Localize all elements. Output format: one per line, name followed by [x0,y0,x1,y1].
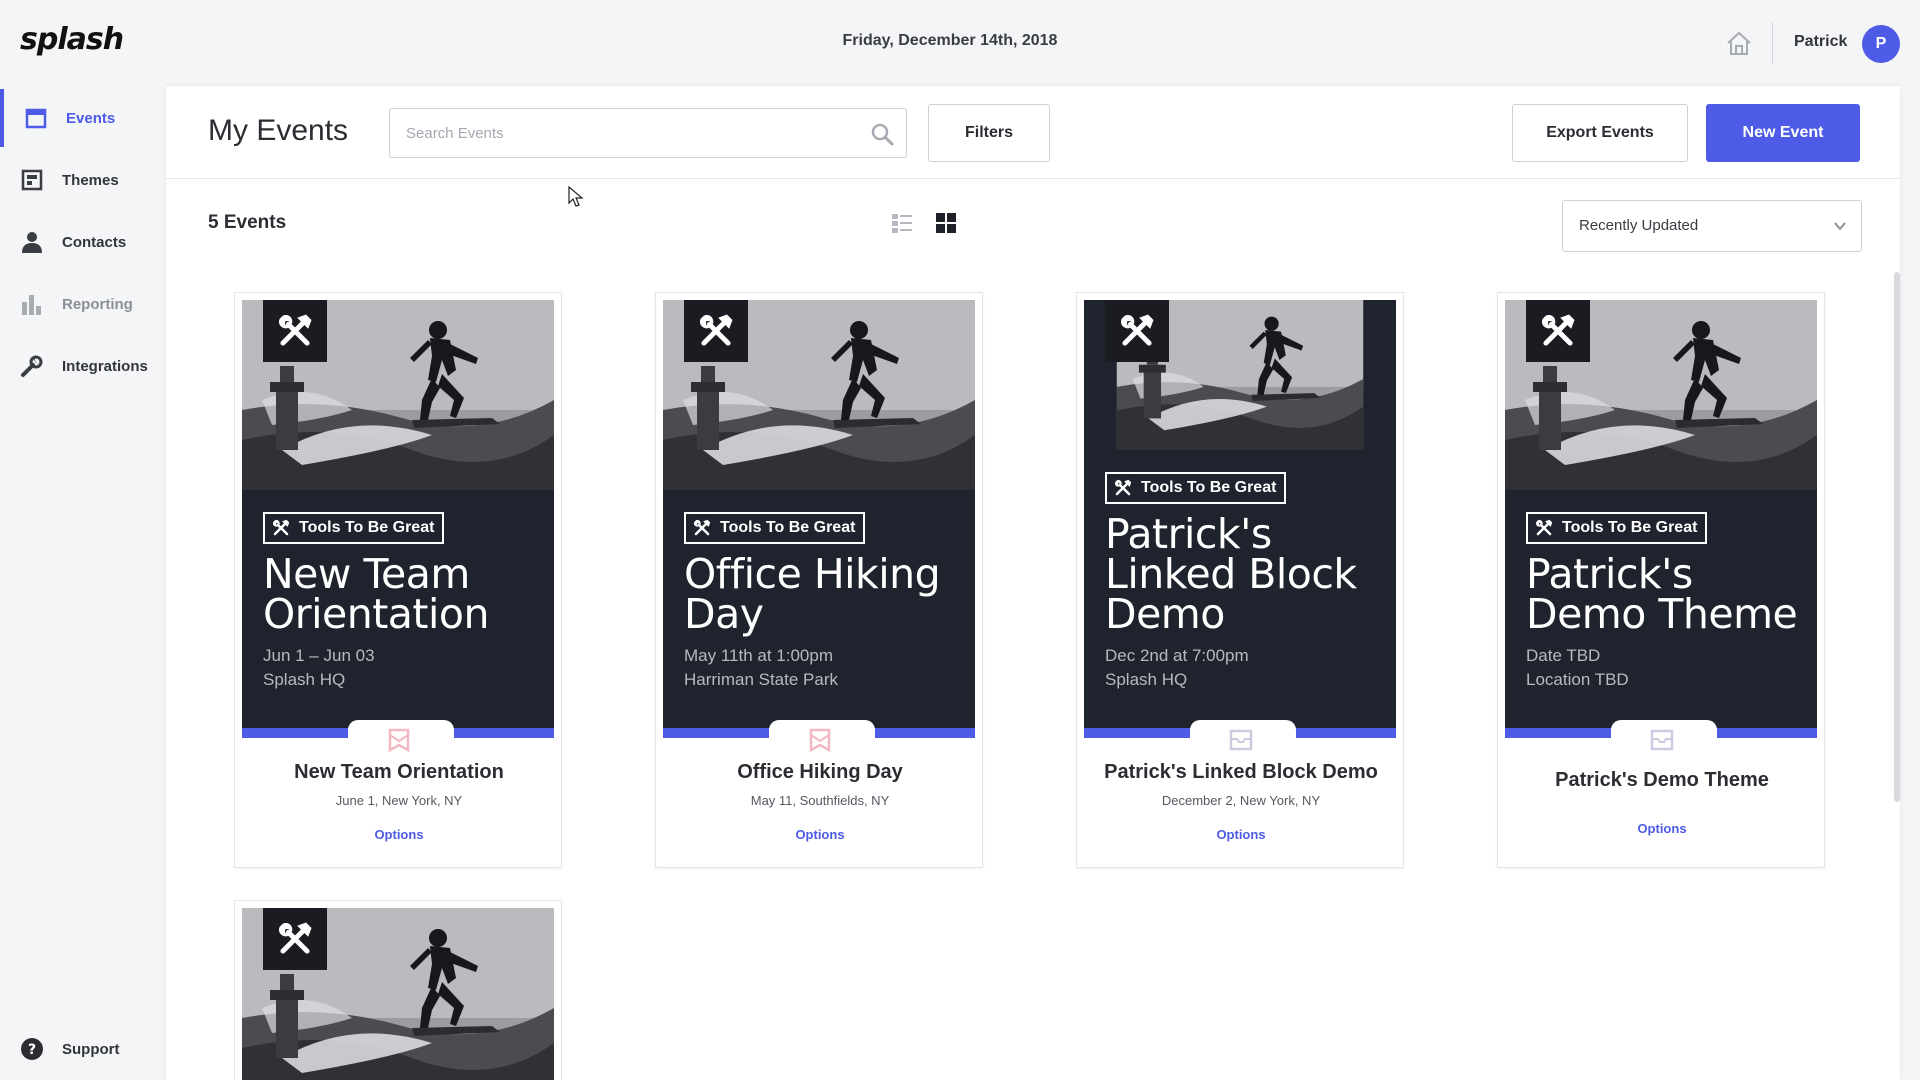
event-card[interactable] [234,900,562,1080]
event-count: 5 Events [208,212,287,233]
theme-icon [19,167,45,193]
poster-location: Location TBD [1526,670,1629,689]
sidebar-item-support[interactable]: ? Support [0,1020,166,1078]
tools-icon [1111,476,1135,500]
search-input[interactable] [390,109,906,157]
event-info: June 1, New York, NY [335,793,463,808]
page-title: My Events [208,114,349,147]
wrench-icon [19,353,45,379]
brand-label: Tools To Be Great [299,519,435,536]
mouse-cursor-icon [568,186,584,207]
event-card[interactable]: Tools To Be Great New Team Orientation J… [234,292,562,868]
event-info: May 11, Southfields, NY [750,793,890,808]
event-info: December 2, New York, NY [1161,793,1321,808]
poster-title: Patrick's Linked Block Demo [1105,510,1357,638]
tools-logo-icon [263,908,327,970]
sidebar-item-label: Reporting [62,295,133,313]
page-header: My Events Filters Export Events New Even… [166,86,1900,179]
tools-icon [690,516,714,540]
poster-date: May 11th at 1:00pm [684,646,833,665]
published-icon [809,728,831,753]
scrollbar[interactable] [1894,272,1900,802]
bar-chart-icon [19,291,45,317]
event-card[interactable]: Tools To Be Great Patrick's Linked Block… [1076,292,1404,868]
sidebar-item-contacts[interactable]: Contacts [0,213,166,271]
tools-icon [269,516,293,540]
event-poster[interactable]: Tools To Be Great Patrick's Linked Block… [1084,300,1396,738]
brand-label: Tools To Be Great [720,519,856,536]
event-name[interactable]: Office Hiking Day [656,761,984,784]
filters-button[interactable]: Filters [928,104,1050,162]
poster-date: Dec 2nd at 7:00pm [1105,646,1249,665]
poster-location: Harriman State Park [684,670,838,689]
search-box[interactable] [389,108,907,158]
draft-icon [1229,729,1253,751]
sidebar-item-label: Events [66,109,116,127]
search-icon[interactable] [870,122,894,146]
sidebar-item-events[interactable]: Events [0,89,166,147]
chevron-down-icon [1834,222,1846,231]
sidebar: Events Themes Contacts Reporting Integra… [0,86,166,1080]
options-link[interactable]: Options [1077,827,1405,842]
event-poster[interactable]: Tools To Be Great New Team Orientation J… [242,300,554,738]
poster-title: Office Hiking Day [684,550,941,638]
calendar-icon [23,105,49,131]
published-icon [388,728,410,753]
brand-label: Tools To Be Great [1562,519,1698,536]
brand-badge: Tools To Be Great [263,512,445,544]
brand-label: Tools To Be Great [1141,479,1277,496]
list-view-icon[interactable] [890,211,914,235]
top-divider [1772,22,1773,64]
poster-title: Patrick's Demo Theme [1526,550,1798,638]
tools-logo-icon [684,300,748,362]
sidebar-item-label: Support [62,1040,120,1058]
brand-badge: Tools To Be Great [1105,472,1287,504]
event-poster[interactable]: Tools To Be Great Office Hiking Day May … [663,300,975,738]
options-link[interactable]: Options [656,827,984,842]
event-poster[interactable]: Tools To Be Great Patrick's Demo Theme D… [1505,300,1817,738]
options-link[interactable]: Options [1498,821,1826,836]
user-name[interactable]: Patrick [1794,33,1847,51]
poster-location: Splash HQ [1105,670,1188,689]
tools-logo-icon [1526,300,1590,362]
tools-logo-icon [263,300,327,362]
tools-icon [1532,516,1556,540]
help-icon: ? [19,1036,45,1062]
person-icon [19,229,45,255]
poster-title: New Team Orientation [263,550,489,638]
current-date: Friday, December 14th, 2018 [842,32,1058,49]
sidebar-item-label: Themes [62,171,119,189]
event-poster[interactable] [242,908,554,1080]
sort-value: Recently Updated [1579,217,1699,234]
event-card[interactable]: Tools To Be Great Patrick's Demo Theme D… [1497,292,1825,868]
brand-badge: Tools To Be Great [684,512,866,544]
sidebar-item-label: Contacts [62,233,127,251]
main-panel: My Events Filters Export Events New Even… [166,86,1900,1080]
poster-location: Splash HQ [263,670,346,689]
new-event-button[interactable]: New Event [1706,104,1860,162]
sidebar-item-reporting[interactable]: Reporting [0,275,166,333]
event-name[interactable]: New Team Orientation [235,761,563,784]
sort-dropdown[interactable]: Recently Updated [1562,200,1862,252]
sidebar-item-themes[interactable]: Themes [0,151,166,209]
options-link[interactable]: Options [235,827,563,842]
poster-date: Date TBD [1526,646,1601,665]
sidebar-item-label: Integrations [62,357,148,375]
sidebar-item-integrations[interactable]: Integrations [0,337,166,395]
poster-date: Jun 1 – Jun 03 [263,646,375,665]
event-card[interactable]: Tools To Be Great Office Hiking Day May … [655,292,983,868]
brand-badge: Tools To Be Great [1526,512,1708,544]
grid-view-icon[interactable] [934,211,958,235]
tools-logo-icon [1105,300,1169,362]
draft-icon [1650,729,1674,751]
top-bar: splash Friday, December 14th, 2018 Patri… [0,0,1920,86]
export-events-button[interactable]: Export Events [1512,104,1688,162]
event-name[interactable]: Patrick's Demo Theme [1498,769,1826,792]
svg-text:?: ? [28,1042,36,1058]
home-icon[interactable] [1724,28,1754,58]
avatar[interactable]: P [1862,25,1900,63]
event-name[interactable]: Patrick's Linked Block Demo [1077,761,1405,784]
